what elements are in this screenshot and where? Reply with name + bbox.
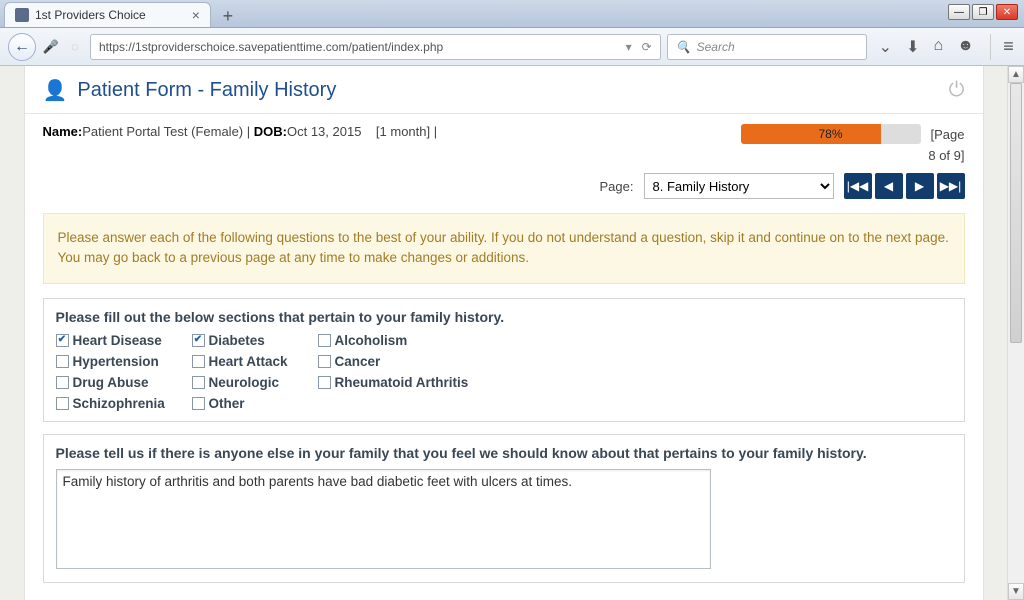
page-indicator: 8 of 9]	[741, 148, 965, 163]
checkbox-icon[interactable]	[56, 397, 69, 410]
scroll-up-button[interactable]: ▲	[1008, 66, 1024, 83]
pager-first-button[interactable]: |◀◀	[844, 173, 872, 199]
dob-value: Oct 13, 2015	[287, 124, 361, 139]
checkbox-icon[interactable]	[192, 355, 205, 368]
checkbox-label: Hypertension	[73, 354, 159, 369]
page-title-text: Patient Form - Family History	[77, 79, 336, 102]
user-icon: 👤	[43, 78, 68, 103]
patient-meta: Name:Patient Portal Test (Female) | DOB:…	[43, 124, 438, 139]
family-history-item[interactable]: Heart Disease	[56, 333, 186, 348]
checkbox-icon[interactable]	[56, 334, 69, 347]
reload-icon[interactable]: ⟳	[642, 40, 652, 54]
checkbox-icon[interactable]	[192, 397, 205, 410]
page-title: 👤 Patient Form - Family History	[43, 78, 337, 103]
downloads-icon[interactable]: ⬇	[906, 37, 919, 57]
vertical-scrollbar[interactable]: ▲ ▼	[1007, 66, 1024, 600]
dob-label: DOB:	[254, 124, 287, 139]
checkbox-label: Rheumatoid Arthritis	[335, 375, 469, 390]
family-history-item[interactable]: Diabetes	[192, 333, 312, 348]
window-close-button[interactable]: ✕	[996, 4, 1018, 20]
browser-toolbar: ← 🎤 ◌ https://1stproviderschoice.savepat…	[0, 28, 1024, 66]
age-bracket: [1 month]	[376, 124, 430, 139]
checkbox-label: Other	[209, 396, 245, 411]
progress-bar: 78%	[741, 124, 921, 144]
menu-button[interactable]: ≡	[990, 34, 1016, 60]
tab-close-icon[interactable]: ×	[192, 7, 200, 23]
identity-icon[interactable]: 🎤	[42, 38, 60, 56]
window-maximize-button[interactable]: ❐	[972, 4, 994, 20]
family-history-heading: Please fill out the below sections that …	[56, 309, 952, 325]
family-history-section: Please fill out the below sections that …	[43, 298, 965, 422]
page-indicator-prefix: [Page	[931, 127, 965, 142]
instructions-notice: Please answer each of the following ques…	[43, 213, 965, 284]
checkbox-icon[interactable]	[192, 376, 205, 389]
checkbox-label: Schizophrenia	[73, 396, 165, 411]
pager-label: Page:	[600, 179, 634, 194]
family-history-item[interactable]: Hypertension	[56, 354, 186, 369]
instructions-text: Please answer each of the following ques…	[58, 230, 949, 265]
dropdown-icon[interactable]: ▾	[626, 40, 632, 54]
family-history-item[interactable]: Other	[192, 396, 312, 411]
family-history-item[interactable]: Rheumatoid Arthritis	[318, 375, 578, 390]
pager-prev-button[interactable]: ◀	[875, 173, 903, 199]
checkbox-icon[interactable]	[56, 355, 69, 368]
favicon-icon	[15, 8, 29, 22]
checkbox-icon[interactable]	[318, 376, 331, 389]
checkbox-label: Alcoholism	[335, 333, 408, 348]
name-label: Name:	[43, 124, 83, 139]
tab-title: 1st Providers Choice	[35, 8, 146, 22]
search-placeholder: Search	[697, 40, 735, 54]
home-icon[interactable]: ⌂	[933, 37, 943, 57]
new-tab-button[interactable]: +	[217, 5, 239, 27]
scroll-track[interactable]	[1008, 83, 1024, 583]
checkbox-label: Neurologic	[209, 375, 280, 390]
freetext-section: Please tell us if there is anyone else i…	[43, 434, 965, 583]
family-history-item[interactable]: Drug Abuse	[56, 375, 186, 390]
window-minimize-button[interactable]: —	[948, 4, 970, 20]
checkbox-label: Cancer	[335, 354, 381, 369]
family-history-item[interactable]: Schizophrenia	[56, 396, 186, 411]
nav-back-button[interactable]: ←	[8, 33, 36, 61]
freetext-heading: Please tell us if there is anyone else i…	[56, 445, 952, 461]
family-history-item[interactable]: Cancer	[318, 354, 578, 369]
family-history-item[interactable]: Neurologic	[192, 375, 312, 390]
logout-icon[interactable]: ⏻	[949, 79, 965, 102]
pocket-icon[interactable]: ⌄	[879, 37, 892, 57]
progress-label: 78%	[741, 124, 921, 144]
family-history-item[interactable]: Alcoholism	[318, 333, 578, 348]
reader-icon[interactable]: ◌	[66, 38, 84, 56]
checkbox-icon[interactable]	[318, 355, 331, 368]
pager-last-button[interactable]: ▶▶|	[937, 173, 965, 199]
url-bar[interactable]: https://1stproviderschoice.savepatientti…	[90, 34, 661, 60]
checkbox-label: Diabetes	[209, 333, 265, 348]
url-text: https://1stproviderschoice.savepatientti…	[99, 40, 443, 54]
checkbox-label: Heart Attack	[209, 354, 288, 369]
name-value: Patient Portal Test (Female)	[82, 124, 243, 139]
search-bar[interactable]: 🔍 Search	[667, 34, 867, 60]
scroll-down-button[interactable]: ▼	[1008, 583, 1024, 600]
family-history-item[interactable]: Heart Attack	[192, 354, 312, 369]
scroll-thumb[interactable]	[1010, 83, 1022, 343]
search-icon: 🔍	[676, 40, 691, 54]
browser-tab-active[interactable]: 1st Providers Choice ×	[4, 2, 211, 27]
browser-tabstrip: 1st Providers Choice × + — ❐ ✕	[0, 0, 1024, 28]
checkbox-icon[interactable]	[318, 334, 331, 347]
checkbox-label: Heart Disease	[73, 333, 162, 348]
smiley-icon[interactable]: ☻	[957, 37, 974, 57]
pager-next-button[interactable]: ▶	[906, 173, 934, 199]
page-select[interactable]: 8. Family History	[644, 173, 834, 199]
checkbox-icon[interactable]	[192, 334, 205, 347]
freetext-input[interactable]: Family history of arthritis and both par…	[56, 469, 711, 569]
checkbox-icon[interactable]	[56, 376, 69, 389]
checkbox-label: Drug Abuse	[73, 375, 149, 390]
